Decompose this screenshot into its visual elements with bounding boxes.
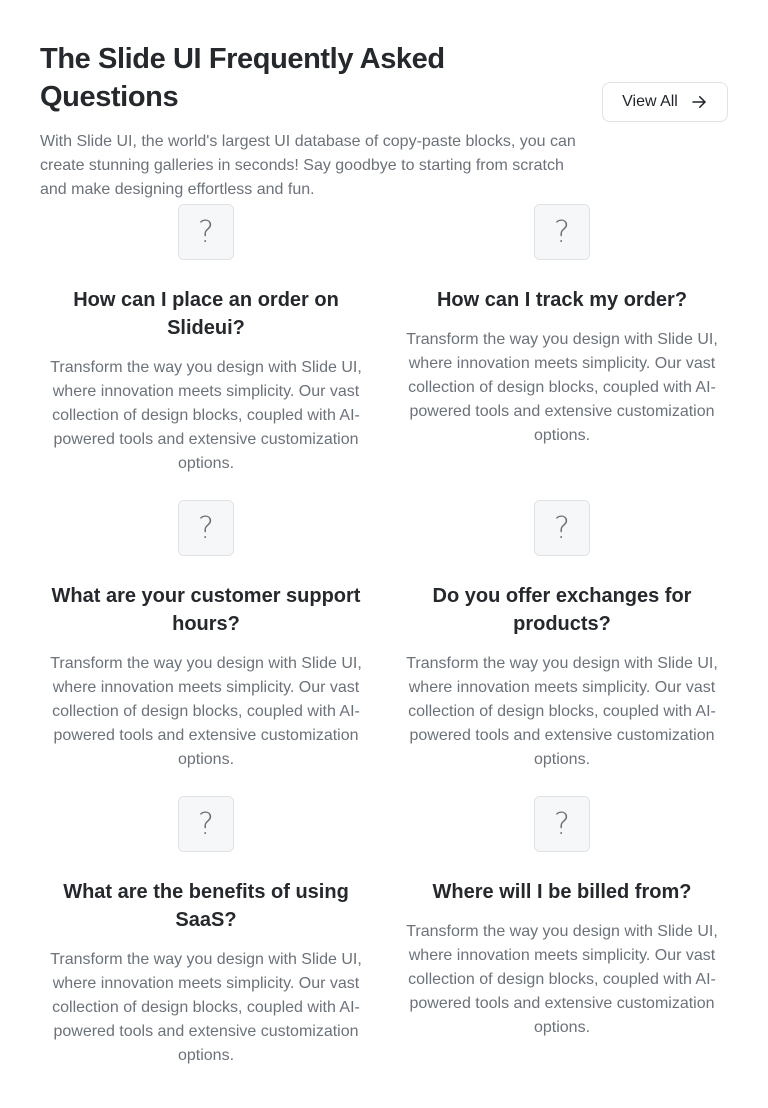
view-all-button[interactable]: View All (602, 82, 728, 122)
faq-answer: Transform the way you design with Slide … (50, 951, 362, 1064)
question-mark-icon: ? (178, 796, 234, 852)
faq-header: The Slide UI Frequently Asked Questions … (40, 40, 728, 202)
header-text: The Slide UI Frequently Asked Questions … (40, 40, 580, 202)
question-mark-icon: ? (534, 500, 590, 556)
faq-item: ? What are your customer support hours? … (28, 500, 384, 796)
faq-item: ? What are the benefits of using SaaS? T… (28, 796, 384, 1092)
faq-section: The Slide UI Frequently Asked Questions … (0, 0, 768, 1108)
page-subtitle: With Slide UI, the world's largest UI da… (40, 133, 576, 198)
page-title: The Slide UI Frequently Asked Questions (40, 43, 445, 113)
faq-item: ? Where will I be billed from? Transform… (384, 796, 740, 1092)
faq-item: ? Do you offer exchanges for products? T… (384, 500, 740, 796)
faq-answer: Transform the way you design with Slide … (406, 655, 718, 768)
faq-answer: Transform the way you design with Slide … (50, 655, 362, 768)
view-all-label: View All (622, 93, 678, 110)
faq-item: ? How can I track my order? Transform th… (384, 204, 740, 500)
faq-question: Do you offer exchanges for products? (432, 585, 692, 635)
faq-question: What are the benefits of using SaaS? (63, 881, 349, 931)
faq-question: What are your customer support hours? (51, 585, 361, 635)
faq-answer: Transform the way you design with Slide … (406, 331, 718, 444)
question-mark-icon: ? (178, 204, 234, 260)
question-mark-icon: ? (534, 204, 590, 260)
faq-question: How can I track my order? (436, 289, 688, 311)
arrow-right-icon (692, 96, 706, 108)
faq-answer: Transform the way you design with Slide … (406, 923, 718, 1036)
faq-item: ? How can I place an order on Slideui? T… (28, 204, 384, 500)
question-mark-icon: ? (178, 500, 234, 556)
faq-grid: ? How can I place an order on Slideui? T… (28, 204, 740, 1092)
question-mark-icon: ? (534, 796, 590, 852)
faq-question: Where will I be billed from? (432, 881, 692, 903)
faq-question: How can I place an order on Slideui? (73, 289, 339, 339)
faq-answer: Transform the way you design with Slide … (50, 359, 362, 472)
